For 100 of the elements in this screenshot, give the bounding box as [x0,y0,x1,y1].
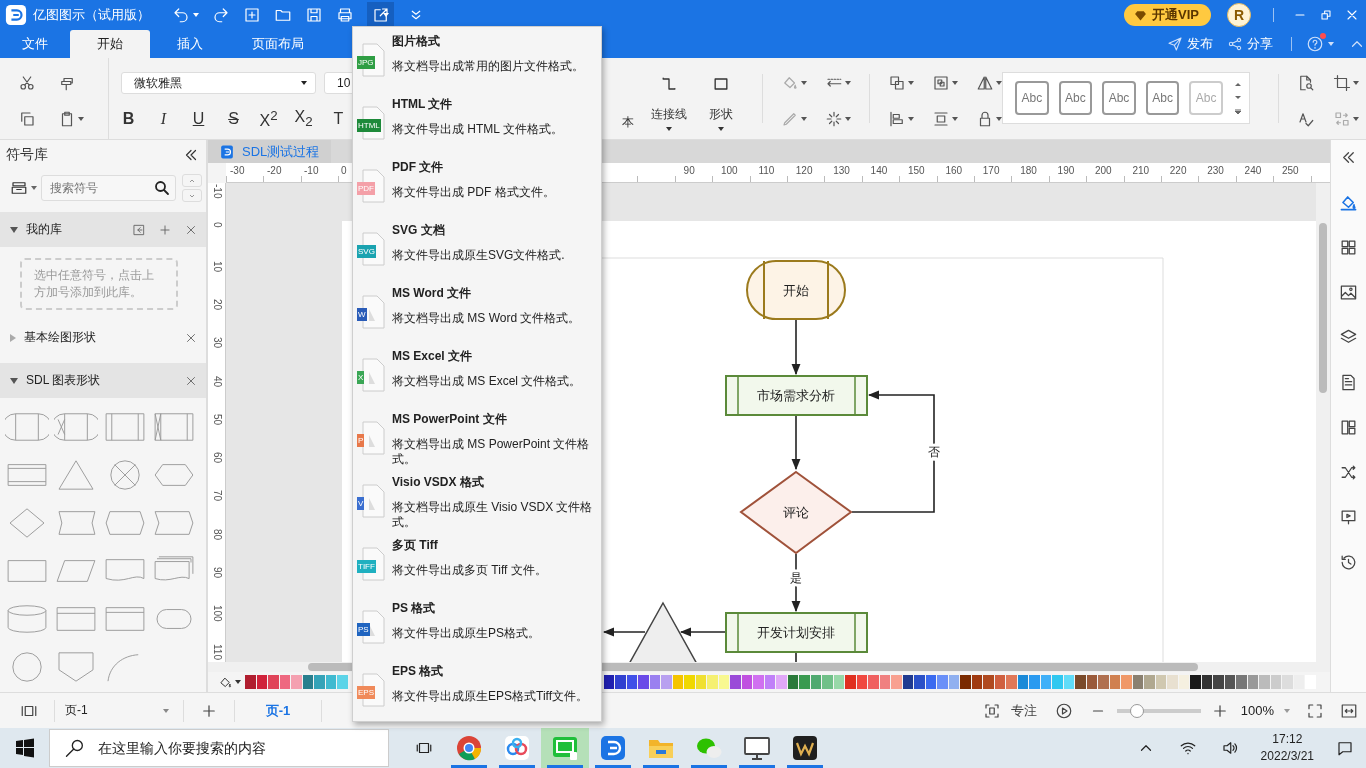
page-tab[interactable]: 页-1 [243,701,313,720]
library-section-header[interactable]: SDL 图表形状 [0,363,206,398]
format-badge: EPS [357,686,375,699]
menu-item-title: MS PowerPoint 文件 [392,411,508,428]
menu-item-title: PDF 文件 [392,159,445,176]
format-button[interactable]: S [216,110,251,128]
format-badge: X [357,371,365,384]
ruler-label: 90 [683,165,695,176]
ruler-label: 100 [212,605,223,622]
flowchart-node: 市场需求分析 [725,375,868,416]
text-tool-button[interactable]: 本 [616,58,640,139]
ruler-label: 30 [212,337,223,349]
search-field[interactable]: 搜索符号 [41,175,176,201]
ruler-label: -10 [212,184,223,199]
format-button[interactable]: I [146,110,181,128]
format-badge: PS [357,623,370,636]
taskbar-search-field[interactable]: 在这里输入你要搜索的内容 [49,729,389,767]
ruler-label: -10 [304,165,319,176]
library-section-header[interactable]: 我的库 [0,212,206,247]
menu-tab[interactable]: 文件 [0,30,70,58]
clock-time: 17:12 [1272,731,1303,748]
ruler-label: 60 [212,452,223,464]
ruler-label: 200 [1095,165,1112,176]
ruler-label: 70 [212,490,223,502]
ruler-label: 150 [908,165,925,176]
format-button[interactable]: X$_{2}$ [286,108,321,130]
library-section-header[interactable]: 基本绘图形状 [0,320,206,355]
export-menu-item[interactable]: SVG SVG 文档 将文件导出成原生SVG文件格式. [353,222,601,285]
ruler-label: 170 [982,165,1000,176]
ruler-label: 50 [212,413,223,425]
export-menu-item[interactable]: X MS Excel 文件 将文档导出成 MS Excel 文件格式。 [353,348,601,411]
page-select[interactable]: 页-1 [63,702,175,719]
share-button[interactable]: 分享 [1227,35,1273,53]
menu-tab[interactable]: 插入 [150,30,230,58]
export-menu-item[interactable]: V Visio VSDX 格式 将文档导出成原生 Visio VSDX 文件格式。 [353,474,601,537]
vip-button[interactable]: 开通VIP [1124,4,1211,26]
app-title: 亿图图示（试用版） [33,6,150,24]
export-menu-item[interactable]: TIFF 多页 Tiff 将文件导出成多页 Tiff 文件。 [353,537,601,600]
publish-button[interactable]: 发布 [1167,35,1213,53]
menu-item-description: 将文件导出成原生EPS格式Tiff文件。 [392,689,589,704]
menu-item-description: 将文件导出成原生PS格式。 [392,626,541,641]
ruler-label: 230 [1207,165,1224,176]
ruler-label: 250 [1282,165,1299,176]
menu-item-title: 多页 Tiff [392,537,439,554]
format-button[interactable]: B [111,110,146,128]
style-sample[interactable]: Abc [1102,81,1136,115]
format-button[interactable]: U [181,110,216,128]
ruler-label: -20 [267,165,282,176]
menu-item-description: 将文件导出成原生SVG文件格式. [392,248,566,263]
format-badge: PDF [357,182,375,195]
format-badge: HTML [357,119,381,132]
connector-tool-button[interactable]: 连接线 [646,58,692,139]
export-menu-item[interactable]: P MS PowerPoint 文件 将文档导出成 MS PowerPoint 文件格式。 [353,411,601,474]
style-sample[interactable]: Abc [1145,81,1180,115]
ruler-label: 190 [1057,165,1075,176]
shape-tool-button[interactable]: 形状 [698,58,744,139]
format-badge: P [357,434,365,447]
menu-tab[interactable]: 开始 [70,30,150,58]
menu-item-description: 将文件导出成多页 Tiff 文件。 [392,563,548,578]
focus-mode-button[interactable]: 专注 [982,701,1037,720]
export-menu-item[interactable]: W MS Word 文件 将文档导出成 MS Word 文件格式。 [353,285,601,348]
menu-item-description: 将文档导出成 MS Word 文件格式。 [392,311,582,326]
menu-item-title: HTML 文件 [392,96,454,113]
menu-item-title: Visio VSDX 格式 [392,474,485,491]
menu-item-title: 图片格式 [392,33,441,50]
menu-item-description: 将文档导出成 MS PowerPoint 文件格式。 [392,437,591,467]
ruler-label: 130 [833,165,850,176]
user-avatar[interactable]: R [1227,3,1251,27]
ruler-label: 140 [870,165,888,176]
style-sample[interactable]: Abc [1058,81,1093,115]
export-menu-item[interactable]: JPG 图片格式 将文档导出成常用的图片文件格式。 [353,33,601,96]
ruler-label: 100 [721,165,738,176]
ruler-label: 110 [758,165,775,176]
menu-item-title: PS 格式 [392,600,437,617]
menu-item-description: 将文档导出成 MS Excel 文件格式。 [392,374,583,389]
font-family-select[interactable]: 微软雅黑 [121,72,316,94]
flowchart-node: 评论 [739,470,853,555]
menu-item-title: SVG 文档 [392,222,446,239]
ruler-label: 180 [1020,165,1037,176]
format-button[interactable]: X$^{2}$ [251,107,286,131]
export-menu-item[interactable]: PS PS 格式 将文件导出成原生PS格式。 [353,600,601,663]
export-menu-item[interactable]: PDF PDF 文件 将文件导出成 PDF 格式文件。 [353,159,601,222]
export-menu-item[interactable]: HTML HTML 文件 将文件导出成 HTML 文件格式。 [353,96,601,159]
ruler-label: 20 [212,298,223,310]
ruler-label: 80 [212,528,223,540]
zoom-select[interactable]: 100% [1240,703,1290,718]
menu-item-description: 将文件导出成 HTML 文件格式。 [392,122,564,137]
empty-library-hint: 选中任意符号，点击上方加号添加到此库。 [20,258,178,310]
menu-item-title: EPS 格式 [392,663,445,680]
clock-date: 2022/3/21 [1260,748,1314,765]
ruler-label: -30 [230,165,245,176]
ruler-label: 40 [212,375,223,387]
export-menu-item[interactable]: EPS EPS 格式 将文件导出成原生EPS格式Tiff文件。 [353,663,601,726]
format-badge: TIFF [357,560,376,573]
format-button[interactable]: T [321,110,356,128]
menu-tab[interactable]: 页面布局 [230,30,326,58]
ruler-label: 210 [1132,165,1150,176]
ruler-label: 110 [212,643,223,660]
style-sample[interactable]: Abc [1015,81,1049,115]
search-input[interactable]: 搜索符号 [48,180,153,196]
